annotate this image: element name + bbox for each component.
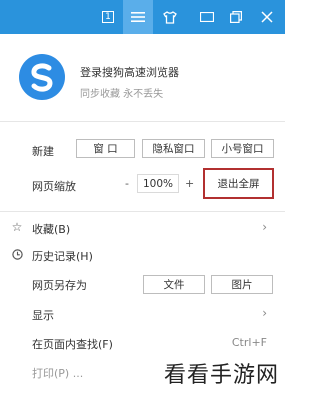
window-count-badge: 1 <box>102 11 114 23</box>
shirt-skin-icon <box>163 10 177 24</box>
zoom-in-button[interactable]: + <box>185 177 194 190</box>
divider <box>0 211 285 212</box>
menu-icon <box>131 12 145 22</box>
menu-item-display[interactable]: 显示 › <box>0 302 285 326</box>
save-as-file-button[interactable]: 文件 <box>143 275 205 294</box>
exit-fullscreen-top-button[interactable] <box>192 0 222 34</box>
divider <box>0 121 285 122</box>
history-label: 历史记录(H) <box>32 250 93 263</box>
star-icon: ☆ <box>11 220 23 234</box>
new-window-button[interactable]: 窗 口 <box>76 139 135 158</box>
save-as-image-button[interactable]: 图片 <box>211 275 273 294</box>
exit-fullscreen-button[interactable]: 退出全屏 <box>203 168 274 199</box>
zoom-label: 网页缩放 <box>32 180 76 193</box>
close-button[interactable] <box>252 0 282 34</box>
find-label: 在页面内查找(F) <box>32 338 113 351</box>
display-label: 显示 <box>32 309 54 322</box>
watermark: 看看手游网 <box>163 363 279 388</box>
chevron-right-icon: › <box>262 306 267 320</box>
zoom-value: 100% <box>137 174 179 193</box>
menu-button[interactable] <box>123 0 153 34</box>
skin-button[interactable] <box>155 0 185 34</box>
login-panel[interactable]: 登录搜狗高速浏览器 同步收藏 永不丢失 <box>0 34 285 120</box>
save-as-label: 网页另存为 <box>32 279 87 292</box>
favorites-label: 收藏(B) <box>32 223 71 236</box>
close-icon <box>261 11 273 23</box>
menu-item-favorites[interactable]: ☆ 收藏(B) › <box>0 216 285 240</box>
clock-icon <box>10 247 24 261</box>
private-window-button[interactable]: 隐私窗口 <box>142 139 205 158</box>
sogou-s-icon <box>31 63 53 92</box>
find-shortcut: Ctrl+F <box>231 336 267 349</box>
small-window-button[interactable]: 小号窗口 <box>211 139 274 158</box>
login-title[interactable]: 登录搜狗高速浏览器 <box>80 64 179 80</box>
new-label: 新建 <box>32 145 54 158</box>
menu-item-find[interactable]: 在页面内查找(F) Ctrl+F <box>0 331 285 355</box>
zoom-out-button[interactable]: - <box>125 177 129 190</box>
window-count-button[interactable]: 1 <box>93 0 123 34</box>
login-subtitle: 同步收藏 永不丢失 <box>80 89 164 100</box>
chevron-right-icon: › <box>262 220 267 234</box>
menu-item-history[interactable]: 历史记录(H) <box>0 243 285 267</box>
sogou-logo <box>19 54 65 100</box>
restore-icon <box>230 11 242 23</box>
restore-button[interactable] <box>221 0 251 34</box>
top-toolbar: 1 <box>0 0 285 34</box>
print-label: 打印(P) ... <box>32 367 84 380</box>
exit-fullscreen-icon <box>200 12 214 22</box>
